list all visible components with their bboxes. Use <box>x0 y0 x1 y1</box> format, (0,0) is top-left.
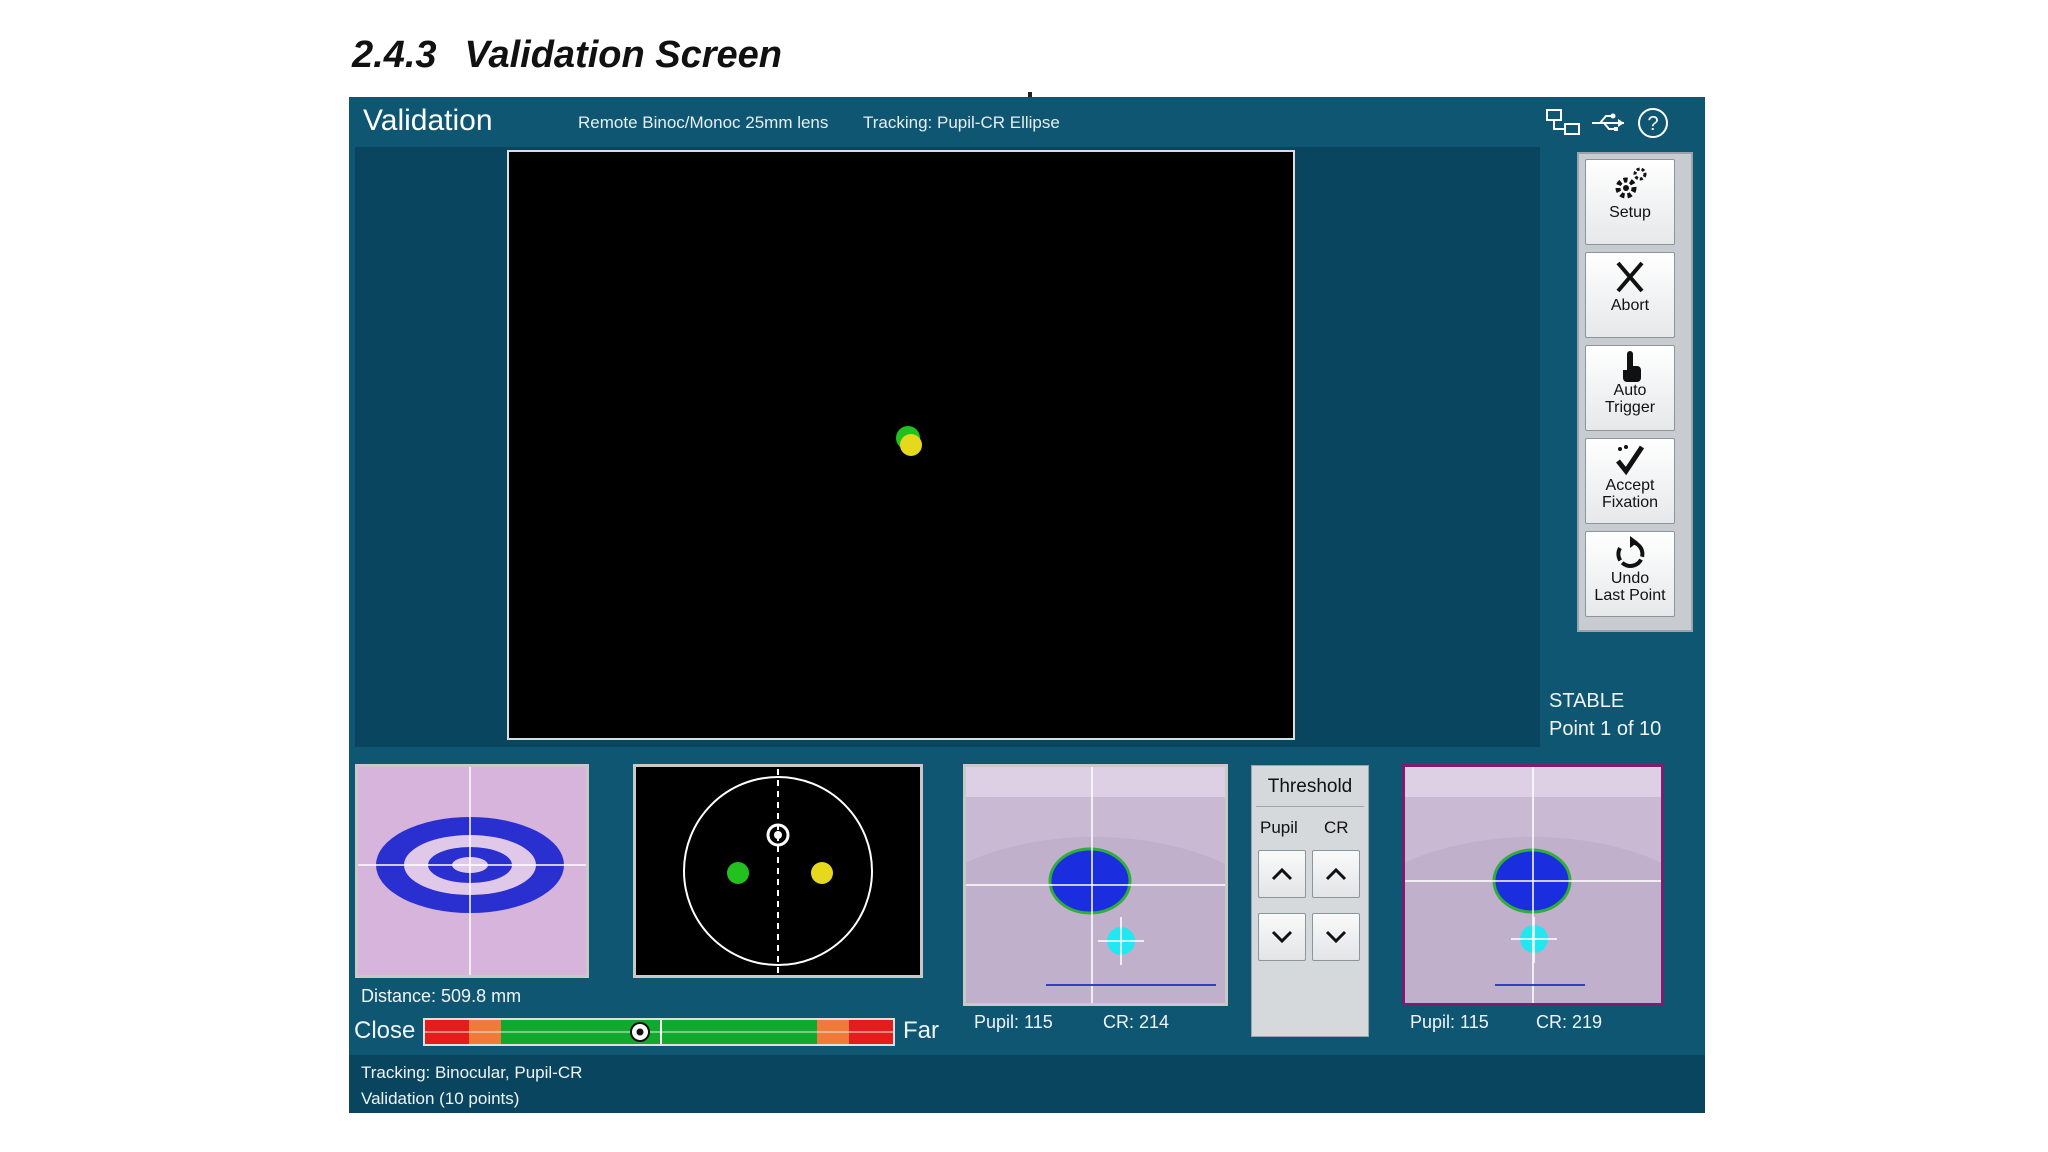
tracking-mode-info: Tracking: Pupil-CR Ellipse <box>863 113 1060 132</box>
undo-icon <box>1586 536 1674 570</box>
undo-label-1: Undo <box>1610 570 1650 587</box>
chevron-up-icon <box>1325 867 1347 881</box>
right-eye-camera[interactable] <box>1333 764 1733 1057</box>
right-eye-position-dot <box>811 862 833 884</box>
calibration-work-area <box>355 147 1540 747</box>
accept-fixation-label-1: Accept <box>1605 477 1655 494</box>
screen-title: Validation <box>363 104 493 137</box>
close-label: Close <box>354 1017 416 1044</box>
network-icon[interactable] <box>1544 105 1584 141</box>
footer-validation-info: Validation (10 points) <box>361 1089 520 1108</box>
help-icon[interactable]: ? <box>1633 105 1673 141</box>
cr-threshold-down-button[interactable] <box>1312 913 1360 961</box>
eye-position-panel <box>633 764 923 978</box>
undo-label-2: Last Point <box>1594 587 1666 604</box>
accept-fixation-label-2: Fixation <box>1601 494 1659 511</box>
threshold-title: Threshold <box>1267 776 1353 797</box>
far-label: Far <box>903 1017 939 1044</box>
close-icon <box>1586 257 1674 297</box>
abort-label: Abort <box>1610 297 1650 314</box>
distance-indicator <box>630 1022 650 1042</box>
status-readout: STABLE Point 1 of 10 <box>1549 687 1661 743</box>
chevron-down-icon <box>1325 930 1347 944</box>
chevron-up-icon <box>1271 867 1293 881</box>
target-camera-view <box>355 764 589 978</box>
auto-trigger-button[interactable]: Auto Trigger <box>1585 345 1675 431</box>
control-toolbar: Setup Abort Auto Trigger Accept Fixation <box>1577 152 1693 632</box>
validation-window: Validation Remote Binoc/Monoc 25mm lens … <box>349 97 1733 1113</box>
chevron-down-icon <box>1271 930 1293 944</box>
pupil-threshold-down-button[interactable] <box>1258 913 1306 961</box>
undo-last-point-button[interactable]: Undo Last Point <box>1585 531 1675 617</box>
pupil-threshold-up-button[interactable] <box>1258 850 1306 898</box>
left-eye-camera[interactable] <box>894 764 1294 1057</box>
right-eye-gaze-point <box>900 434 922 456</box>
svg-text:?: ? <box>1647 113 1658 135</box>
section-title: Validation Screen <box>464 34 783 76</box>
left-pupil <box>1048 847 1132 915</box>
status-footer: Tracking: Binocular, Pupil-CR Validation… <box>349 1055 1705 1113</box>
distance-readout: Distance: 509.8 mm <box>361 986 522 1006</box>
setup-button[interactable]: Setup <box>1585 159 1675 245</box>
abort-button[interactable]: Abort <box>1585 252 1675 338</box>
right-pupil-value: Pupil: 115 <box>1410 1012 1489 1032</box>
document-heading: 2.4.3 Validation Screen <box>352 34 782 77</box>
point-counter: Point 1 of 10 <box>1549 718 1662 740</box>
left-eye-position-dot <box>727 862 749 884</box>
gaze-display <box>507 150 1295 740</box>
stability-status: STABLE <box>1549 690 1625 712</box>
hand-pointer-icon <box>1586 350 1674 382</box>
threshold-panel: Threshold Pupil CR <box>1251 765 1369 1037</box>
cr-threshold-up-button[interactable] <box>1312 850 1360 898</box>
accept-fixation-button[interactable]: Accept Fixation <box>1585 438 1675 524</box>
title-bar: Validation Remote Binoc/Monoc 25mm lens … <box>349 97 1705 147</box>
footer-tracking-info: Tracking: Binocular, Pupil-CR <box>361 1063 583 1082</box>
auto-trigger-label-2: Trigger <box>1604 399 1656 416</box>
section-number: 2.4.3 <box>352 34 437 76</box>
left-cr-value: CR: 214 <box>1103 1012 1170 1032</box>
checkmark-icon <box>1586 443 1674 477</box>
distance-gauge <box>423 1018 895 1046</box>
threshold-pupil-label: Pupil <box>1260 818 1298 837</box>
left-pupil-value: Pupil: 115 <box>974 1012 1053 1032</box>
lens-info: Remote Binoc/Monoc 25mm lens <box>578 113 829 132</box>
setup-label: Setup <box>1609 204 1651 221</box>
gear-icon <box>1586 164 1674 204</box>
right-cr-value: CR: 219 <box>1536 1012 1603 1032</box>
threshold-cr-label: CR <box>1324 818 1349 837</box>
usb-icon[interactable] <box>1589 105 1629 141</box>
auto-trigger-label-1: Auto <box>1613 382 1647 399</box>
